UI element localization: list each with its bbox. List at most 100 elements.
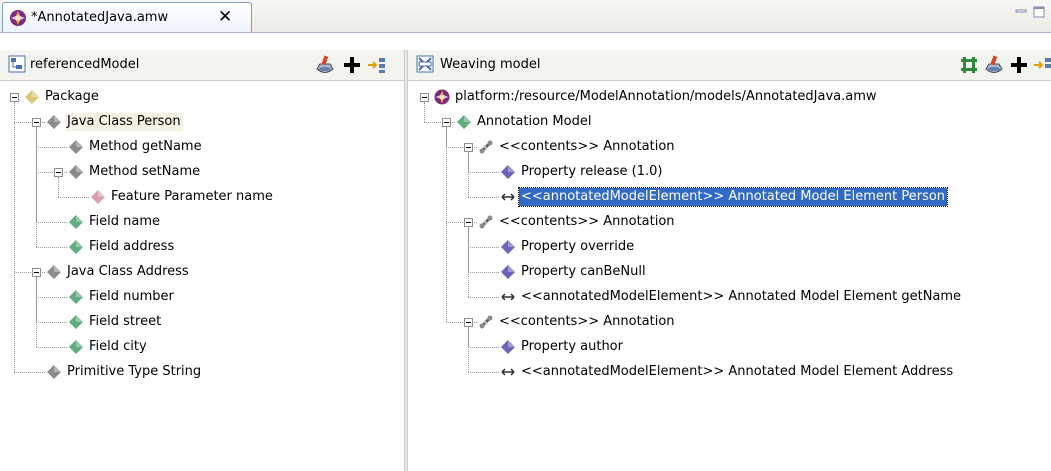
tree-connector	[468, 297, 499, 298]
filter-brush-icon[interactable]	[983, 54, 1005, 76]
tree-connector	[468, 272, 499, 273]
annotation-link-icon	[479, 315, 493, 329]
annotation-link-icon	[479, 215, 493, 229]
tree-connector	[36, 247, 67, 248]
tree-connector	[468, 152, 469, 197]
type-diamond-icon	[47, 365, 61, 379]
link-element-icon[interactable]	[366, 54, 388, 76]
tree-node-label[interactable]: Primitive Type String	[65, 363, 203, 381]
field-diamond-icon	[69, 215, 83, 229]
tree-connector	[36, 347, 67, 348]
tree-node-label[interactable]: Feature Parameter name	[109, 188, 275, 206]
tree-node-label[interactable]: Property override	[519, 238, 636, 256]
tree-connector	[468, 227, 469, 297]
add-icon[interactable]	[341, 54, 363, 76]
element-link-arrow-icon	[501, 368, 515, 376]
tree-connector	[14, 102, 15, 372]
tree-node-label[interactable]: <<annotatedModelElement>> Annotated Mode…	[519, 363, 955, 381]
tree-connector	[58, 177, 59, 197]
collapse-toggle-icon[interactable]	[32, 118, 41, 127]
synchronize-icon[interactable]	[958, 54, 980, 76]
maximize-icon[interactable]	[1033, 6, 1045, 18]
editor-tab-title: *AnnotatedJava.amw	[31, 10, 169, 25]
tree-connector	[468, 372, 499, 373]
tree-node-label[interactable]: <<contents>> Annotation	[497, 138, 677, 156]
tree-connector	[468, 327, 469, 372]
property-diamond-icon	[501, 240, 515, 254]
field-diamond-icon	[69, 290, 83, 304]
tree-connector	[36, 222, 67, 223]
weaving-model-icon	[416, 55, 434, 73]
tree-node-label[interactable]: Field street	[87, 313, 163, 331]
tree-node-label[interactable]: <<annotatedModelElement>> Annotated Mode…	[517, 187, 949, 207]
tree-connector	[36, 147, 67, 148]
tree-node-label[interactable]: <<contents>> Annotation	[497, 313, 677, 331]
class-diamond-icon	[47, 265, 61, 279]
tree-connector	[468, 347, 499, 348]
field-diamond-icon	[69, 240, 83, 254]
minimize-icon[interactable]	[1015, 6, 1027, 18]
panel-title: referencedModel	[30, 57, 140, 72]
amw-resource-icon	[434, 89, 450, 105]
property-diamond-icon	[501, 265, 515, 279]
field-diamond-icon	[69, 315, 83, 329]
editor-tabbar: *AnnotatedJava.amw ✕	[0, 0, 1051, 33]
tree-connector	[468, 172, 499, 173]
tree-node-label[interactable]: <<contents>> Annotation	[497, 213, 677, 231]
package-diamond-icon	[25, 90, 39, 104]
tree-connector	[424, 102, 425, 122]
tree-node-label[interactable]: Property author	[519, 338, 625, 356]
tree-node-label[interactable]: Field city	[87, 338, 149, 356]
tree-connector	[36, 297, 67, 298]
add-icon[interactable]	[1008, 54, 1030, 76]
amw-file-icon	[10, 10, 26, 26]
annotation-model-diamond-icon	[457, 115, 471, 129]
filter-brush-icon[interactable]	[314, 54, 336, 76]
method-diamond-icon	[69, 140, 83, 154]
element-link-arrow-icon	[501, 193, 515, 201]
parameter-diamond-icon	[91, 190, 105, 204]
tree-connector	[36, 277, 37, 347]
tree-node-label[interactable]: Field name	[87, 213, 162, 231]
collapse-toggle-icon[interactable]	[464, 218, 473, 227]
tree-node-label[interactable]: Java Class Address	[65, 263, 191, 281]
tree-node-label[interactable]: Method getName	[87, 138, 204, 156]
property-diamond-icon	[501, 340, 515, 354]
close-icon[interactable]: ✕	[218, 7, 232, 27]
collapse-toggle-icon[interactable]	[442, 118, 451, 127]
weaving-model-tree: platform:/resource/ModelAnnotation/model…	[408, 80, 1051, 471]
tree-node-label[interactable]: Java Class Person	[65, 113, 183, 131]
referenced-model-tree: Package Java Class Person Method getName Me…	[0, 80, 404, 471]
method-diamond-icon	[69, 165, 83, 179]
field-diamond-icon	[69, 340, 83, 354]
tree-node-label[interactable]: platform:/resource/ModelAnnotation/model…	[453, 88, 879, 106]
weaving-model-panel: Weaving model platform:/resource/ModelAn…	[408, 50, 1051, 471]
collapse-toggle-icon[interactable]	[10, 93, 19, 102]
tree-node-label[interactable]: Package	[43, 88, 101, 106]
tree-connector	[58, 197, 89, 198]
collapse-toggle-icon[interactable]	[32, 268, 41, 277]
tree-node-label[interactable]: Property canBeNull	[519, 263, 648, 281]
tree-connector	[468, 197, 499, 198]
tree-node-label[interactable]: Field number	[87, 288, 176, 306]
collapse-toggle-icon[interactable]	[464, 143, 473, 152]
tree-connector	[14, 372, 45, 373]
tree-connector	[36, 127, 37, 247]
panel-title: Weaving model	[440, 57, 541, 72]
collapse-toggle-icon[interactable]	[420, 93, 429, 102]
tree-node-label[interactable]: <<annotatedModelElement>> Annotated Mode…	[519, 288, 963, 306]
collapse-toggle-icon[interactable]	[54, 168, 63, 177]
annotation-link-icon	[479, 140, 493, 154]
tree-view-icon	[8, 55, 26, 73]
tree-node-label[interactable]: Method setName	[87, 163, 202, 181]
collapse-toggle-icon[interactable]	[464, 318, 473, 327]
referenced-model-panel: referencedModel Package Java Class Person…	[0, 50, 404, 471]
property-diamond-icon	[501, 165, 515, 179]
tree-connector	[36, 322, 67, 323]
tree-node-label[interactable]: Field address	[87, 238, 176, 256]
element-link-arrow-icon	[501, 293, 515, 301]
tree-node-label[interactable]: Property release (1.0)	[519, 163, 665, 181]
tree-node-label[interactable]: Annotation Model	[475, 113, 593, 131]
editor-tab[interactable]: *AnnotatedJava.amw ✕	[2, 2, 252, 32]
link-element-icon[interactable]	[1032, 54, 1051, 76]
